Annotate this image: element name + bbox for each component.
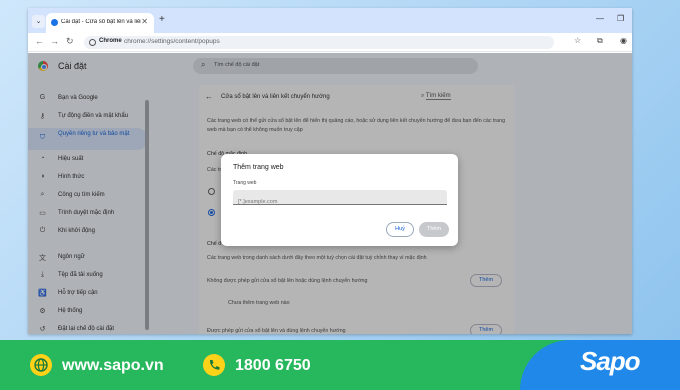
dialog-title: Thêm trang web xyxy=(233,164,284,171)
forward-icon[interactable]: → xyxy=(50,36,59,46)
new-tab-icon[interactable]: + xyxy=(159,14,165,25)
settings-favicon-icon xyxy=(51,19,58,26)
site-input-wrapper xyxy=(233,190,447,209)
restore-icon[interactable]: ❐ xyxy=(617,14,624,23)
browser-window: ⌄ Cài đặt - Cửa sổ bật lên và liên ✕ + —… xyxy=(28,8,632,334)
tab-title: Cài đặt - Cửa sổ bật lên và liên xyxy=(61,19,141,25)
phone-icon xyxy=(203,354,225,376)
omnibox-chip: Chrome xyxy=(99,38,122,44)
tab-search-button[interactable]: ⌄ xyxy=(32,15,45,28)
add-site-dialog: Thêm trang web Trang web Huỷ Thêm xyxy=(221,154,458,246)
back-icon[interactable]: ← xyxy=(35,36,44,46)
site-input[interactable] xyxy=(233,195,447,209)
site-field-label: Trang web xyxy=(233,180,257,186)
close-tab-icon[interactable]: ✕ xyxy=(141,17,148,26)
globe-icon xyxy=(30,354,52,376)
tab-strip: ⌄ Cài đặt - Cửa sổ bật lên và liên ✕ + —… xyxy=(28,8,632,33)
reload-icon[interactable]: ↻ xyxy=(66,36,74,47)
sapo-logo: Sapo xyxy=(580,346,641,376)
minimize-icon[interactable]: — xyxy=(596,14,604,23)
address-bar[interactable]: Chrome chrome://settings/content/popups xyxy=(84,36,554,49)
chrome-icon xyxy=(89,39,96,46)
cancel-button[interactable]: Huỷ xyxy=(386,222,414,237)
active-tab[interactable]: Cài đặt - Cửa sổ bật lên và liên ✕ xyxy=(46,13,154,33)
phone-text[interactable]: 1800 6750 xyxy=(235,357,311,375)
bookmark-star-icon[interactable]: ☆ xyxy=(574,36,581,45)
url-text[interactable]: chrome://settings/content/popups xyxy=(124,38,220,45)
add-button[interactable]: Thêm xyxy=(419,222,449,237)
browser-toolbar: ← → ↻ Chrome chrome://settings/content/p… xyxy=(28,33,632,52)
website-text[interactable]: www.sapo.vn xyxy=(62,357,164,375)
extensions-icon[interactable]: ⧉ xyxy=(597,36,603,46)
promo-footer: www.sapo.vn 1800 6750 Sapo xyxy=(0,340,680,390)
profile-icon[interactable]: ◉ xyxy=(620,36,627,45)
